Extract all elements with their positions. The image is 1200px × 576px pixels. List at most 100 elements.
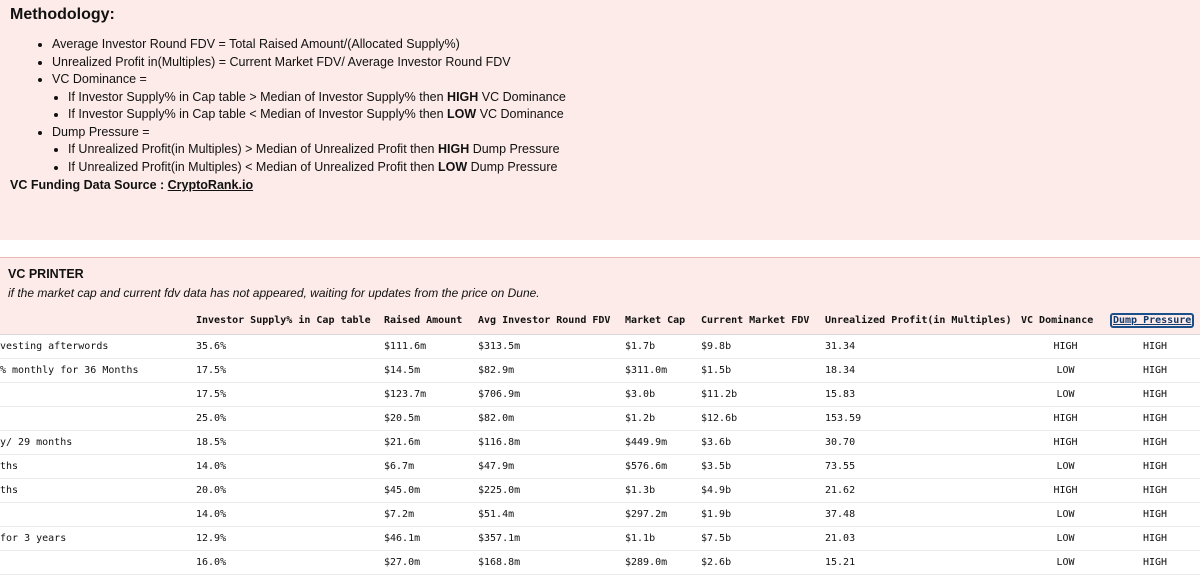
- table-row[interactable]: 14.0% $7.2m $51.4m $297.2m $1.9b 37.48 LOW HIGH: [0, 502, 1200, 527]
- table-cell: $6.7m: [384, 454, 478, 479]
- vc-printer-table: Investor Supply% in Cap table Raised Amo…: [0, 307, 1200, 575]
- column-header-raised-amount[interactable]: Raised Amount: [384, 307, 478, 335]
- table-cell: $51.4m: [478, 502, 625, 527]
- table-cell: $123.7m: [384, 382, 478, 407]
- table-cell: $225.0m: [478, 478, 625, 503]
- table-cell: $1.9b: [701, 502, 825, 527]
- table-row[interactable]: ths 14.0% $6.7m $47.9m $576.6m $3.5b 73.55 LOW H…: [0, 454, 1200, 479]
- table-row[interactable]: % monthly for 36 Months 17.5% $14.5m $82.9m…: [0, 358, 1200, 383]
- list-item: If Unrealized Profit(in Multiples) < Med…: [68, 159, 1190, 177]
- table-cell: $168.8m: [478, 550, 625, 575]
- dump-pressure-header-label[interactable]: Dump Pressure: [1110, 312, 1195, 328]
- vc-dominance-rules: If Investor Supply% in Cap table > Media…: [52, 89, 1190, 124]
- table-cell: HIGH: [1110, 478, 1200, 503]
- table-cell: [0, 406, 196, 431]
- table-body: vesting afterwords 35.6% $111.6m $313.5m $1.…: [0, 334, 1200, 575]
- cryptorank-link[interactable]: CryptoRank.io: [168, 178, 253, 192]
- table-row[interactable]: y/ 29 months 18.5% $21.6m $116.8m $449.9m $3.…: [0, 430, 1200, 455]
- table-cell: 18.34: [825, 358, 1021, 383]
- table-cell: $1.5b: [701, 358, 825, 383]
- column-header-unrealized-profit[interactable]: Unrealized Profit(in Multiples): [825, 307, 1021, 335]
- table-cell: 153.59: [825, 406, 1021, 431]
- table-cell: $4.9b: [701, 478, 825, 503]
- panel-note: if the market cap and current fdv data h…: [8, 286, 540, 300]
- table-cell: $3.5b: [701, 454, 825, 479]
- table-row[interactable]: ths 20.0% $45.0m $225.0m $1.3b $4.9b 21.62 HIGH…: [0, 478, 1200, 503]
- table-cell: LOW: [1021, 454, 1110, 479]
- table-container[interactable]: Investor Supply% in Cap table Raised Amo…: [0, 307, 1200, 575]
- table-cell: $9.8b: [701, 334, 825, 359]
- table-row[interactable]: vesting afterwords 35.6% $111.6m $313.5m $1.…: [0, 334, 1200, 359]
- table-cell: $3.6b: [701, 430, 825, 455]
- table-cell: HIGH: [1110, 406, 1200, 431]
- table-cell: LOW: [1021, 358, 1110, 383]
- list-item: Unrealized Profit in(Multiples) = Curren…: [52, 54, 1190, 72]
- table-row[interactable]: 25.0% $20.5m $82.0m $1.2b $12.6b 153.59 HIGH HI…: [0, 406, 1200, 431]
- table-row[interactable]: 17.5% $123.7m $706.9m $3.0b $11.2b 15.83 LOW HI…: [0, 382, 1200, 407]
- table-cell: y/ 29 months: [0, 430, 196, 455]
- column-header-current-market-fdv[interactable]: Current Market FDV: [701, 307, 825, 335]
- table-cell: 25.0%: [196, 406, 384, 431]
- table-cell: $27.0m: [384, 550, 478, 575]
- table-cell: HIGH: [1110, 526, 1200, 551]
- methodology-section: Methodology: Average Investor Round FDV …: [0, 0, 1200, 240]
- table-cell: $449.9m: [625, 430, 701, 455]
- table-cell: ths: [0, 454, 196, 479]
- column-header-avg-investor-round-fdv[interactable]: Avg Investor Round FDV: [478, 307, 625, 335]
- column-header-vc-dominance[interactable]: VC Dominance: [1021, 307, 1110, 335]
- table-cell: $47.9m: [478, 454, 625, 479]
- table-cell: LOW: [1021, 550, 1110, 575]
- table-cell: ths: [0, 478, 196, 503]
- table-cell: 73.55: [825, 454, 1021, 479]
- table-cell: 12.9%: [196, 526, 384, 551]
- table-cell: $11.2b: [701, 382, 825, 407]
- column-header-market-cap[interactable]: Market Cap: [625, 307, 701, 335]
- table-cell: [0, 550, 196, 575]
- vc-printer-panel: VC PRINTER if the market cap and current…: [0, 257, 1200, 576]
- table-header-row: Investor Supply% in Cap table Raised Amo…: [0, 307, 1200, 335]
- list-item: Average Investor Round FDV = Total Raise…: [52, 36, 1190, 54]
- table-cell: $14.5m: [384, 358, 478, 383]
- table-cell: $82.0m: [478, 406, 625, 431]
- column-header-dump-pressure[interactable]: Dump Pressure: [1110, 307, 1200, 335]
- list-item: If Investor Supply% in Cap table < Media…: [68, 106, 1190, 124]
- methodology-list: Average Investor Round FDV = Total Raise…: [10, 36, 1190, 176]
- table-cell: 17.5%: [196, 382, 384, 407]
- table-cell: HIGH: [1110, 550, 1200, 575]
- table-cell: $706.9m: [478, 382, 625, 407]
- table-row[interactable]: for 3 years 12.9% $46.1m $357.1m $1.1b $7.5b 2…: [0, 526, 1200, 551]
- list-item: If Unrealized Profit(in Multiples) > Med…: [68, 141, 1190, 159]
- table-cell: 30.70: [825, 430, 1021, 455]
- table-cell: $313.5m: [478, 334, 625, 359]
- table-cell: LOW: [1021, 382, 1110, 407]
- table-cell: 14.0%: [196, 502, 384, 527]
- table-cell: $82.9m: [478, 358, 625, 383]
- table-cell: vesting afterwords: [0, 334, 196, 359]
- table-cell: 16.0%: [196, 550, 384, 575]
- table-cell: $576.6m: [625, 454, 701, 479]
- table-cell: $20.5m: [384, 406, 478, 431]
- table-cell: 35.6%: [196, 334, 384, 359]
- table-cell: % monthly for 36 Months: [0, 358, 196, 383]
- list-item: Dump Pressure = If Unrealized Profit(in …: [52, 124, 1190, 177]
- table-cell: $289.0m: [625, 550, 701, 575]
- table-cell: $357.1m: [478, 526, 625, 551]
- table-cell: HIGH: [1110, 382, 1200, 407]
- table-cell: $1.2b: [625, 406, 701, 431]
- table-cell: for 3 years: [0, 526, 196, 551]
- column-header-vesting[interactable]: [0, 307, 196, 335]
- table-cell: HIGH: [1110, 358, 1200, 383]
- table-cell: 21.62: [825, 478, 1021, 503]
- table-cell: $45.0m: [384, 478, 478, 503]
- table-cell: HIGH: [1110, 430, 1200, 455]
- table-cell: $7.2m: [384, 502, 478, 527]
- table-cell: 37.48: [825, 502, 1021, 527]
- dump-pressure-label: Dump Pressure =: [52, 124, 150, 139]
- table-cell: $46.1m: [384, 526, 478, 551]
- list-item: VC Dominance = If Investor Supply% in Ca…: [52, 71, 1190, 124]
- data-source-label: VC Funding Data Source :: [10, 178, 168, 192]
- table-row[interactable]: 16.0% $27.0m $168.8m $289.0m $2.6b 15.21 LOW HI…: [0, 550, 1200, 575]
- column-header-investor-supply[interactable]: Investor Supply% in Cap table: [196, 307, 384, 335]
- table-cell: 18.5%: [196, 430, 384, 455]
- methodology-title: Methodology:: [10, 6, 115, 23]
